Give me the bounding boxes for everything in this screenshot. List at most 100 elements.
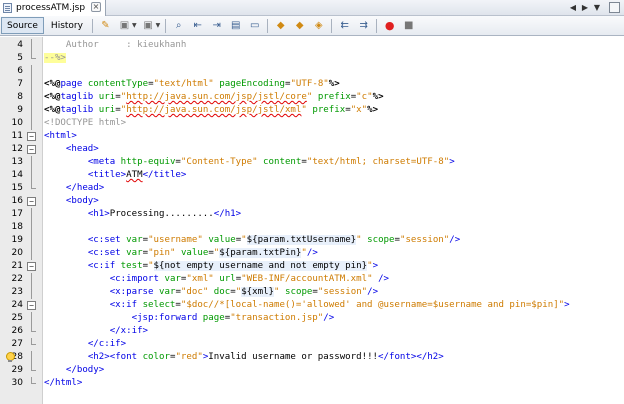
code-text: </c:if> [44, 338, 126, 351]
toggle-bookmark-icon[interactable]: ◈ [310, 17, 327, 34]
fold-collapse-icon[interactable]: − [27, 145, 36, 154]
code-token: uri [98, 92, 116, 102]
code-text: <h2><font color="red">Invalid username o… [44, 351, 444, 364]
scroll-left-icon[interactable]: ◀ [568, 2, 578, 13]
close-tab-icon[interactable]: × [91, 2, 101, 12]
forward-icon[interactable]: ▣ [140, 17, 157, 34]
code-line[interactable]: 7 <%@page contentType="text/html" pageEnc… [0, 78, 624, 91]
shift-left-icon[interactable]: ⇇ [336, 17, 353, 34]
last-edit-icon[interactable]: ✎ [97, 17, 114, 34]
code-line[interactable]: 12− <head> [0, 143, 624, 156]
code-line[interactable]: 23 <x:parse var="doc" doc="${xml}" scope… [0, 286, 624, 299]
shift-right-icon[interactable]: ⇉ [355, 17, 372, 34]
code-token: var [159, 287, 176, 297]
back-dropdown-icon[interactable]: ▼ [132, 22, 137, 29]
code-line[interactable]: 29 </body> [0, 364, 624, 377]
code-line[interactable]: 19 <c:set var="username" value="${param.… [0, 234, 624, 247]
fold-collapse-icon[interactable]: − [27, 301, 36, 310]
find-selection-icon[interactable]: ⌕ [170, 17, 187, 34]
code-line[interactable]: 14 <title>ATM</title> [0, 169, 624, 182]
code-token: <font [109, 352, 138, 362]
code-text: </body> [44, 364, 104, 377]
editor-tab-bar: processATM.jsp × ◀ ▶ ▼ [0, 0, 624, 16]
code-line[interactable]: 26 </x:if> [0, 325, 624, 338]
code-line[interactable]: 5 --%> [0, 52, 624, 65]
fold-end-tick [31, 370, 36, 371]
code-line[interactable]: 10 <!DOCTYPE html> [0, 117, 624, 130]
code-token: "Content-Type" [180, 157, 258, 167]
hint-lightbulb-icon[interactable] [6, 352, 15, 362]
code-token: prefix [317, 92, 351, 102]
code-line[interactable]: 17 <h1>Processing.........</h1> [0, 208, 624, 221]
source-button[interactable]: Source [1, 17, 44, 34]
code-token: %> [367, 105, 379, 115]
code-line[interactable]: 24− <x:if select="$doc//*[local-name()='… [0, 299, 624, 312]
scroll-right-icon[interactable]: ▶ [580, 2, 590, 13]
code-token: "$doc//*[local-name()='allowed' and @use… [180, 300, 565, 310]
code-line[interactable]: 9 <%@taglib uri="http://java.sun.com/jsp/… [0, 104, 624, 117]
find-next-icon[interactable]: ⇥ [208, 17, 225, 34]
start-macro-recording-icon[interactable]: ● [381, 17, 398, 34]
fold-collapse-icon[interactable]: − [27, 132, 36, 141]
code-line[interactable]: 22 <c:import var="xml" url="WEB-INF/acco… [0, 273, 624, 286]
line-number: 10 [11, 118, 23, 128]
code-token: <h1> [87, 209, 110, 219]
code-token: "transaction.jsp" [230, 313, 324, 323]
code-line[interactable]: 6 [0, 65, 624, 78]
code-token: contentType [87, 79, 149, 89]
fold-collapse-icon[interactable]: − [27, 197, 36, 206]
code-token: ATM [126, 170, 143, 180]
previous-bookmark-icon[interactable]: ◆ [272, 17, 289, 34]
stop-macro-recording-icon[interactable]: ■ [400, 17, 417, 34]
code-token: <x:parse [109, 287, 154, 297]
code-line[interactable]: 13 <meta http-equiv="Content-Type" conte… [0, 156, 624, 169]
code-token: pageEncoding [219, 79, 285, 89]
fold-collapse-icon[interactable]: − [27, 262, 36, 271]
forward-dropdown-icon[interactable]: ▼ [156, 22, 161, 29]
code-text: <body> [44, 195, 99, 208]
code-token: /> [449, 235, 461, 245]
code-line[interactable]: 27 </c:if> [0, 338, 624, 351]
code-line[interactable]: 21− <c:if test="${not empty username and… [0, 260, 624, 273]
code-line[interactable]: 8 <%@taglib uri="http://java.sun.com/jsp/… [0, 91, 624, 104]
find-previous-icon[interactable]: ⇤ [189, 17, 206, 34]
history-button[interactable]: History [45, 17, 89, 34]
back-icon[interactable]: ▣ [116, 17, 133, 34]
tab-list-dropdown-icon[interactable]: ▼ [592, 2, 602, 13]
code-line[interactable]: 30 </html> [0, 377, 624, 390]
toggle-highlight-icon[interactable]: ▤ [227, 17, 244, 34]
restore-window-icon[interactable] [609, 2, 620, 13]
line-number: 19 [11, 235, 23, 245]
code-token: scope [367, 235, 395, 245]
fold-end-tick [31, 344, 36, 345]
code-token: color [142, 352, 170, 362]
rectangular-selection-icon[interactable]: ▭ [246, 17, 263, 34]
code-line[interactable]: 25 <jsp:forward page="transaction.jsp"/> [0, 312, 624, 325]
fold-guide [31, 351, 32, 364]
line-number: 29 [11, 365, 23, 375]
file-tab[interactable]: processATM.jsp × [0, 0, 106, 16]
code-text: </html> [44, 377, 82, 390]
code-token: /> [378, 274, 390, 284]
code-token: </h1> [213, 209, 242, 219]
code-token: uri [98, 105, 116, 115]
code-line[interactable]: 28 <h2><font color="red">Invalid usernam… [0, 351, 624, 364]
code-line[interactable]: 11− <html> [0, 130, 624, 143]
code-line[interactable]: 15 </head> [0, 182, 624, 195]
code-line[interactable]: 20 <c:set var="pin" value="${param.txtPi… [0, 247, 624, 260]
code-token: taglib [60, 105, 94, 115]
next-bookmark-icon[interactable]: ◆ [291, 17, 308, 34]
code-line[interactable]: 18 [0, 221, 624, 234]
code-text: </x:if> [44, 325, 148, 338]
code-token: http-equiv [120, 157, 176, 167]
line-number: 23 [11, 287, 23, 297]
code-line[interactable]: 16− <body> [0, 195, 624, 208]
line-number: 27 [11, 339, 23, 349]
code-line[interactable]: 4 Author : kieukhanh [0, 39, 624, 52]
code-text: <html> [44, 130, 77, 143]
code-token: content [263, 157, 302, 167]
code-text: <c:import var="xml" url="WEB-INF/account… [44, 273, 389, 286]
